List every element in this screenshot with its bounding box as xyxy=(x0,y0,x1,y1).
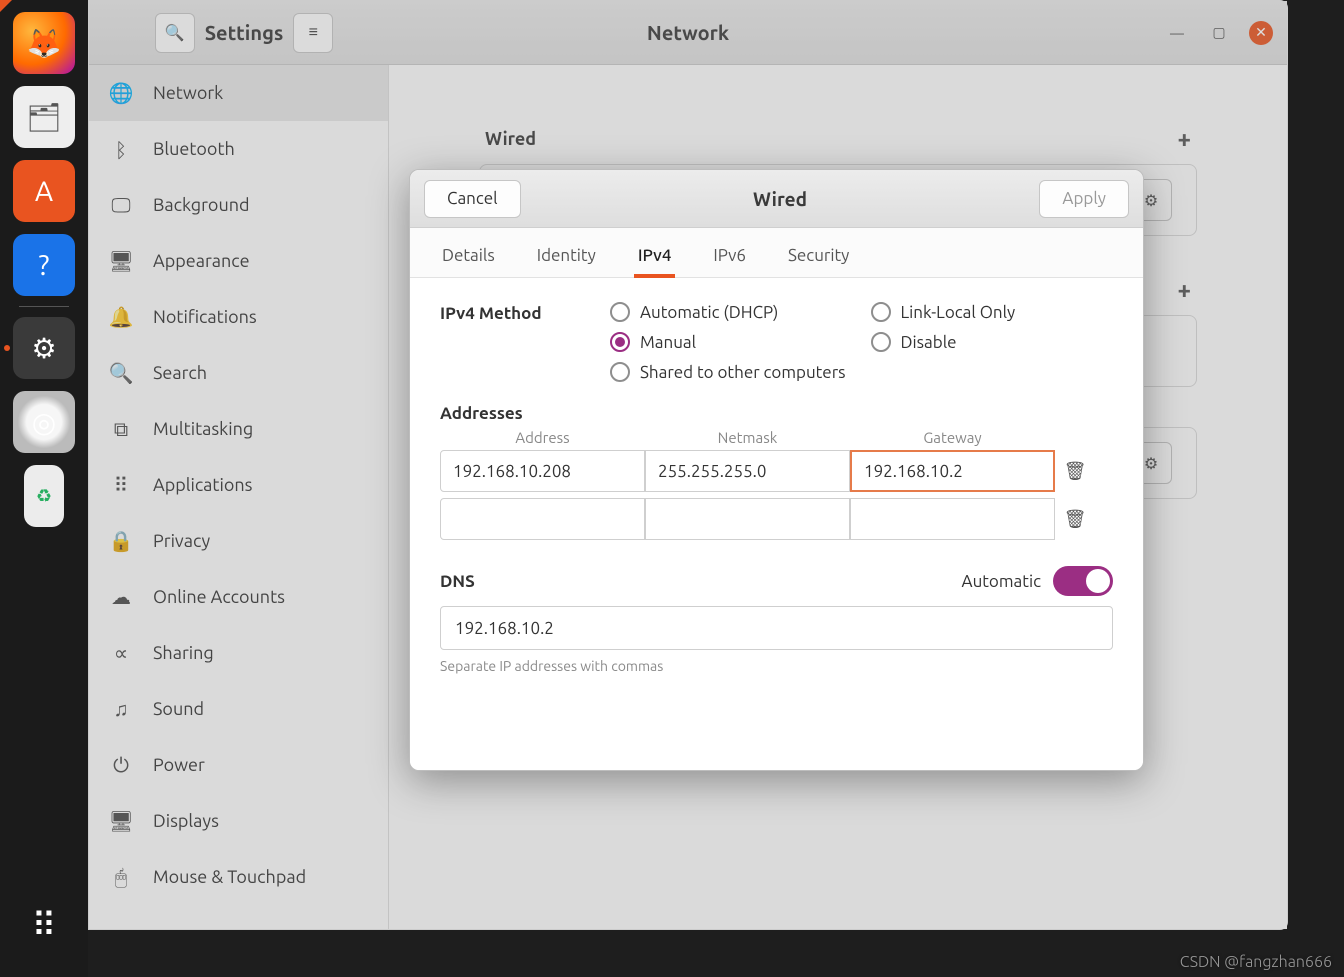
dns-input[interactable] xyxy=(440,606,1113,650)
radio-label: Automatic (DHCP) xyxy=(640,303,778,322)
delete-row-button[interactable]: 🗑 xyxy=(1055,461,1095,482)
ipv4-method-label: IPv4 Method xyxy=(440,302,610,382)
col-netmask: Netmask xyxy=(645,429,850,446)
radio-label: Manual xyxy=(640,333,696,352)
wired-connection-dialog: Cancel Wired Apply Details Identity IPv4… xyxy=(409,169,1144,771)
dock-separator xyxy=(19,306,69,307)
delete-row-button[interactable]: 🗑 xyxy=(1055,509,1095,530)
radio-auto-dhcp[interactable]: Automatic (DHCP) xyxy=(610,302,853,322)
radio-label: Disable xyxy=(901,333,957,352)
dock-settings[interactable]: ⚙ xyxy=(13,317,75,379)
col-address: Address xyxy=(440,429,645,446)
apply-label: Apply xyxy=(1062,189,1106,208)
dns-hint: Separate IP addresses with commas xyxy=(440,658,1113,674)
dialog-headerbar: Cancel Wired Apply xyxy=(410,170,1143,228)
apps-grid-icon: ⠿ xyxy=(32,906,57,946)
dock-show-applications[interactable]: ⠿ xyxy=(13,895,75,957)
address-row: 🗑 xyxy=(440,450,1113,492)
tab-details[interactable]: Details xyxy=(438,234,499,277)
dock-disc[interactable]: ◎ xyxy=(13,391,75,453)
radio-icon xyxy=(610,362,630,382)
dialog-title: Wired xyxy=(753,188,807,210)
dialog-tabs: Details Identity IPv4 IPv6 Security xyxy=(410,228,1143,278)
disc-icon: ◎ xyxy=(32,406,56,439)
tab-identity[interactable]: Identity xyxy=(533,234,600,277)
software-icon: A xyxy=(35,176,53,207)
dock-firefox[interactable]: 🦊 xyxy=(13,12,75,74)
folder-icon: 🗂 xyxy=(26,101,62,134)
tab-security[interactable]: Security xyxy=(784,234,853,277)
radio-link-local[interactable]: Link-Local Only xyxy=(871,302,1114,322)
cancel-label: Cancel xyxy=(447,189,498,208)
radio-icon xyxy=(871,302,891,322)
dock-help[interactable]: ? xyxy=(13,234,75,296)
radio-disable[interactable]: Disable xyxy=(871,332,1114,352)
apply-button[interactable]: Apply xyxy=(1039,180,1129,218)
radio-label: Link-Local Only xyxy=(901,303,1016,322)
radio-shared[interactable]: Shared to other computers xyxy=(610,362,1113,382)
tab-ipv4[interactable]: IPv4 xyxy=(634,234,676,277)
radio-manual[interactable]: Manual xyxy=(610,332,853,352)
gear-icon: ⚙ xyxy=(31,332,56,365)
netmask-input[interactable] xyxy=(645,498,850,540)
address-input[interactable] xyxy=(440,498,645,540)
dock-ubuntu-software[interactable]: A xyxy=(13,160,75,222)
dialog-body: IPv4 Method Automatic (DHCP) Link-Local … xyxy=(410,278,1143,770)
radio-icon xyxy=(610,302,630,322)
address-input[interactable] xyxy=(440,450,645,492)
dock-trash[interactable]: ♻ xyxy=(24,465,64,527)
toggle-knob xyxy=(1086,569,1110,593)
radio-label: Shared to other computers xyxy=(640,363,846,382)
ubuntu-dock: 🦊 🗂 A ? ⚙ ◎ ♻ ⠿ xyxy=(0,0,88,977)
radio-icon xyxy=(610,332,630,352)
netmask-input[interactable] xyxy=(645,450,850,492)
col-gateway: Gateway xyxy=(850,429,1055,446)
addresses-title: Addresses xyxy=(440,404,1113,423)
dns-auto-label: Automatic xyxy=(962,572,1041,591)
gateway-input[interactable] xyxy=(850,450,1055,492)
dns-title: DNS xyxy=(440,572,475,591)
firefox-icon: 🦊 xyxy=(27,27,62,60)
gateway-input[interactable] xyxy=(850,498,1055,540)
dns-auto-toggle[interactable] xyxy=(1053,566,1113,596)
activities-hot-corner[interactable] xyxy=(0,0,12,12)
help-icon: ? xyxy=(39,250,50,281)
radio-icon xyxy=(871,332,891,352)
settings-window: 🔍 Settings ≡ Network — ▢ ✕ 🌐Network ᛒBlu… xyxy=(88,0,1288,930)
dock-files[interactable]: 🗂 xyxy=(13,86,75,148)
watermark: CSDN @fangzhan666 xyxy=(1180,953,1332,971)
address-row: 🗑 xyxy=(440,498,1113,540)
trash-icon: 🗑 xyxy=(1064,461,1087,482)
tab-ipv6[interactable]: IPv6 xyxy=(709,234,750,277)
trash-icon: 🗑 xyxy=(1064,509,1087,530)
recycle-icon: ♻ xyxy=(36,486,52,507)
cancel-button[interactable]: Cancel xyxy=(424,180,521,218)
